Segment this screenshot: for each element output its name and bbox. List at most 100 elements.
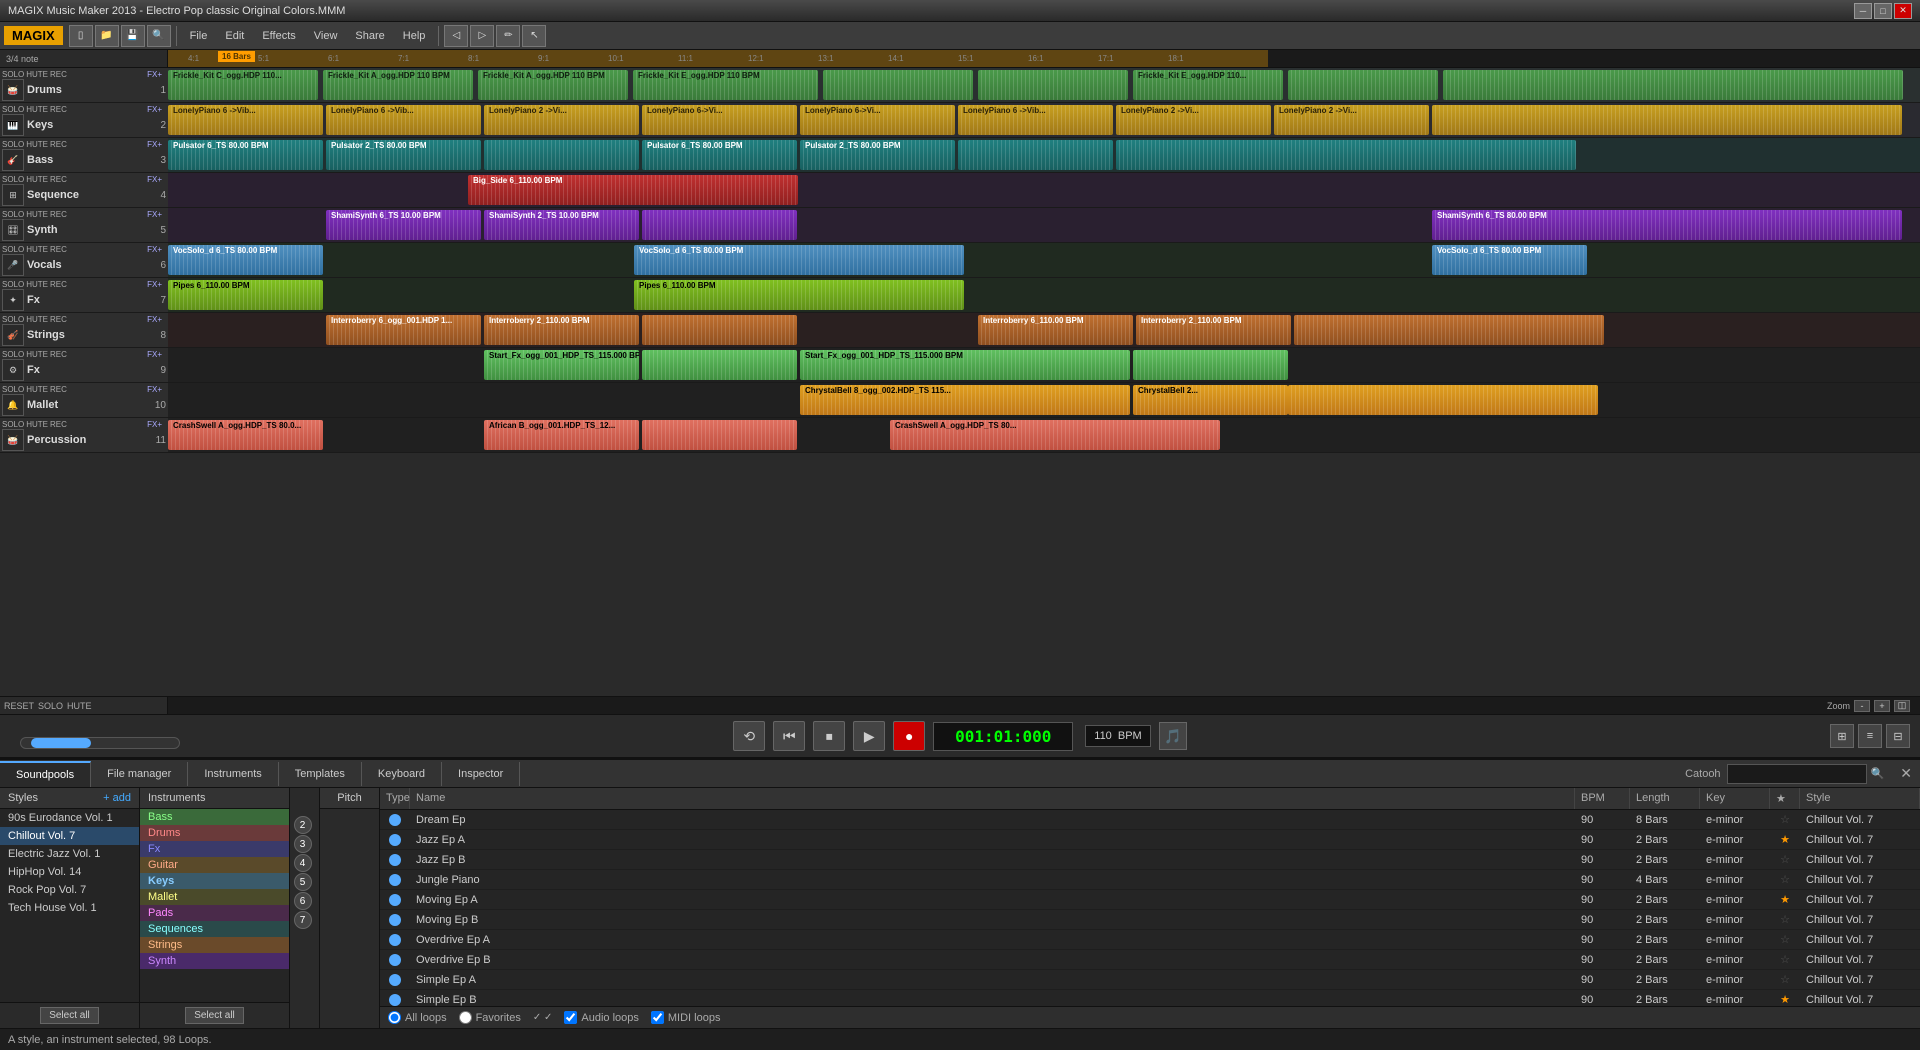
- tab-inspector[interactable]: Inspector: [442, 762, 520, 786]
- loop-row-simple-ep-b[interactable]: Simple Ep B 90 2 Bars e-minor ★ Chillout…: [380, 990, 1920, 1006]
- bottom-panel-close-btn[interactable]: ✕: [1892, 765, 1920, 782]
- clip-keys-8[interactable]: LonelyPiano 2 ->Vi...: [1274, 105, 1429, 135]
- toolbar-btn-3[interactable]: 💾: [121, 25, 145, 47]
- loop-fav-3[interactable]: ☆: [1770, 851, 1800, 868]
- clip-bass-3[interactable]: [484, 140, 639, 170]
- clip-keys-9[interactable]: [1432, 105, 1902, 135]
- clip-keys-3[interactable]: LonelyPiano 2 ->Vi...: [484, 105, 639, 135]
- instrument-sequences[interactable]: Sequences: [140, 921, 289, 937]
- clip-drums-8[interactable]: [1288, 70, 1438, 100]
- toolbar-cursor[interactable]: ↖: [522, 25, 546, 47]
- clip-fx9-2[interactable]: [642, 350, 797, 380]
- clip-fx9-3[interactable]: Start_Fx_ogg_001_HDP_TS_115.000 BPM: [800, 350, 1130, 380]
- clip-bass-6[interactable]: [958, 140, 1113, 170]
- check-audio-loops[interactable]: [564, 1011, 577, 1024]
- reset-label[interactable]: RESET: [4, 701, 34, 711]
- track-content-drums[interactable]: Frickle_Kit C_ogg.HDP 110... Frickle_Kit…: [168, 68, 1920, 103]
- scroll-track[interactable]: [20, 737, 180, 749]
- loop-row-moving-ep-b[interactable]: Moving Ep B 90 2 Bars e-minor ☆ Chillout…: [380, 910, 1920, 930]
- col-style[interactable]: Style: [1800, 788, 1920, 809]
- clip-strings-6[interactable]: [1294, 315, 1604, 345]
- track-content-synth[interactable]: ShamiSynth 6_TS 10.00 BPM ShamiSynth 2_T…: [168, 208, 1920, 243]
- maximize-button[interactable]: □: [1874, 3, 1892, 19]
- transport-play-btn[interactable]: ▶: [853, 721, 885, 751]
- clip-strings-3[interactable]: [642, 315, 797, 345]
- col-bpm[interactable]: BPM: [1575, 788, 1630, 809]
- clip-synth-1[interactable]: ShamiSynth 6_TS 10.00 BPM: [326, 210, 481, 240]
- track-content-column[interactable]: Frickle_Kit C_ogg.HDP 110... Frickle_Kit…: [168, 68, 1920, 696]
- loop-fav-4[interactable]: ☆: [1770, 871, 1800, 888]
- toolbar-arrow-right[interactable]: ▷: [470, 25, 494, 47]
- clip-keys-5[interactable]: LonelyPiano 6->Vi...: [800, 105, 955, 135]
- track-content-seq[interactable]: Big_Side 6_110.00 BPM: [168, 173, 1920, 208]
- check-midi-loops[interactable]: [651, 1011, 664, 1024]
- clip-synth-4[interactable]: ShamiSynth 6_TS 80.00 BPM: [1432, 210, 1902, 240]
- loop-fav-1[interactable]: ☆: [1770, 811, 1800, 828]
- instrument-pads[interactable]: Pads: [140, 905, 289, 921]
- radio-all-loops[interactable]: [388, 1011, 401, 1024]
- clip-mallet-2[interactable]: ChrystalBell 2...: [1133, 385, 1288, 415]
- track-content-perc[interactable]: CrashSwell A_ogg.HDP_TS 80.0... African …: [168, 418, 1920, 453]
- tab-file-manager[interactable]: File manager: [91, 762, 188, 786]
- track-scrollbar[interactable]: RESET SOLO HUTE Zoom - + ◫: [0, 696, 1920, 714]
- loop-row-simple-ep-a[interactable]: Simple Ep A 90 2 Bars e-minor ☆ Chillout…: [380, 970, 1920, 990]
- clip-fx7-2[interactable]: Pipes 6_110.00 BPM: [634, 280, 964, 310]
- clip-keys-4[interactable]: LonelyPiano 6->Vi...: [642, 105, 797, 135]
- clip-perc-3[interactable]: [642, 420, 797, 450]
- loop-fav-9[interactable]: ☆: [1770, 971, 1800, 988]
- clip-bass-4[interactable]: Pulsator 6_TS 80.00 BPM: [642, 140, 797, 170]
- search-input[interactable]: [1727, 764, 1867, 784]
- zoom-out-btn[interactable]: -: [1854, 700, 1870, 712]
- track-solo-drums[interactable]: SOLO: [2, 70, 24, 79]
- view-btn-1[interactable]: ⊞: [1830, 724, 1854, 748]
- clip-drums-1[interactable]: Frickle_Kit C_ogg.HDP 110...: [168, 70, 318, 100]
- menu-file[interactable]: File: [182, 26, 216, 46]
- loop-row-overdrive-ep-a[interactable]: Overdrive Ep A 90 2 Bars e-minor ☆ Chill…: [380, 930, 1920, 950]
- filter-all-loops[interactable]: All loops: [388, 1011, 447, 1024]
- clip-drums-6[interactable]: [978, 70, 1128, 100]
- zoom-fit-btn[interactable]: ◫: [1894, 700, 1910, 712]
- track-content-fx9[interactable]: Start_Fx_ogg_001_HDP_TS_115.000 BPM Star…: [168, 348, 1920, 383]
- clip-keys-7[interactable]: LonelyPiano 2 ->Vi...: [1116, 105, 1271, 135]
- clip-perc-4[interactable]: CrashSwell A_ogg.HDP_TS 80...: [890, 420, 1220, 450]
- clip-fx9-1[interactable]: Start_Fx_ogg_001_HDP_TS_115.000 BPM: [484, 350, 639, 380]
- styles-add-btn[interactable]: + add: [103, 792, 131, 804]
- clip-strings-5[interactable]: Interroberry 2_110.00 BPM: [1136, 315, 1291, 345]
- clip-seq-1[interactable]: Big_Side 6_110.00 BPM: [468, 175, 798, 205]
- col-key[interactable]: Key: [1700, 788, 1770, 809]
- clip-perc-2[interactable]: African B_ogg_001.HDP_TS_12...: [484, 420, 639, 450]
- loop-fav-8[interactable]: ☆: [1770, 951, 1800, 968]
- transport-rewind-btn[interactable]: ⏮: [773, 721, 805, 751]
- loop-fav-6[interactable]: ☆: [1770, 911, 1800, 928]
- style-item-1[interactable]: 90s Eurodance Vol. 1: [0, 809, 139, 827]
- clip-strings-4[interactable]: Interroberry 6_110.00 BPM: [978, 315, 1133, 345]
- clip-strings-1[interactable]: Interroberry 6_ogg_001.HDP 1...: [326, 315, 481, 345]
- track-content-bass[interactable]: Pulsator 6_TS 80.00 BPM Pulsator 2_TS 80…: [168, 138, 1920, 173]
- minimize-button[interactable]: ─: [1854, 3, 1872, 19]
- instrument-synth[interactable]: Synth: [140, 953, 289, 969]
- clip-synth-2[interactable]: ShamiSynth 2_TS 10.00 BPM: [484, 210, 639, 240]
- instrument-guitar[interactable]: Guitar: [140, 857, 289, 873]
- toolbar-btn-1[interactable]: ▯: [69, 25, 93, 47]
- clip-mallet-3[interactable]: [1288, 385, 1598, 415]
- instruments-select-all-btn[interactable]: Select all: [185, 1007, 244, 1024]
- clip-vocals-2[interactable]: VocSolo_d 6_TS 80.00 BPM: [634, 245, 964, 275]
- clip-keys-2[interactable]: LonelyPiano 6 ->Vib...: [326, 105, 481, 135]
- instrument-keys[interactable]: Keys: [140, 873, 289, 889]
- loop-row-jazz-ep-a[interactable]: Jazz Ep A 90 2 Bars e-minor ★ Chillout V…: [380, 830, 1920, 850]
- loop-fav-5[interactable]: ★: [1770, 891, 1800, 908]
- clip-bass-5[interactable]: Pulsator 2_TS 80.00 BPM: [800, 140, 955, 170]
- style-item-3[interactable]: Electric Jazz Vol. 1: [0, 845, 139, 863]
- transport-metronome-btn[interactable]: 🎵: [1159, 722, 1187, 750]
- instrument-strings[interactable]: Strings: [140, 937, 289, 953]
- clip-drums-9[interactable]: [1443, 70, 1903, 100]
- clip-strings-2[interactable]: Interroberry 2_110.00 BPM: [484, 315, 639, 345]
- col-length[interactable]: Length: [1630, 788, 1700, 809]
- transport-loop-btn[interactable]: ⟲: [733, 721, 765, 751]
- clip-drums-4[interactable]: Frickle_Kit E_ogg.HDP 110 BPM: [633, 70, 818, 100]
- filter-midi-loops[interactable]: MIDI loops: [651, 1011, 721, 1024]
- tracks-scroll-area[interactable]: SOLO HUTE REC FX+ 🥁 Drums: [0, 68, 1920, 696]
- loop-fav-10[interactable]: ★: [1770, 991, 1800, 1006]
- instrument-fx[interactable]: Fx: [140, 841, 289, 857]
- tab-instruments[interactable]: Instruments: [188, 762, 278, 786]
